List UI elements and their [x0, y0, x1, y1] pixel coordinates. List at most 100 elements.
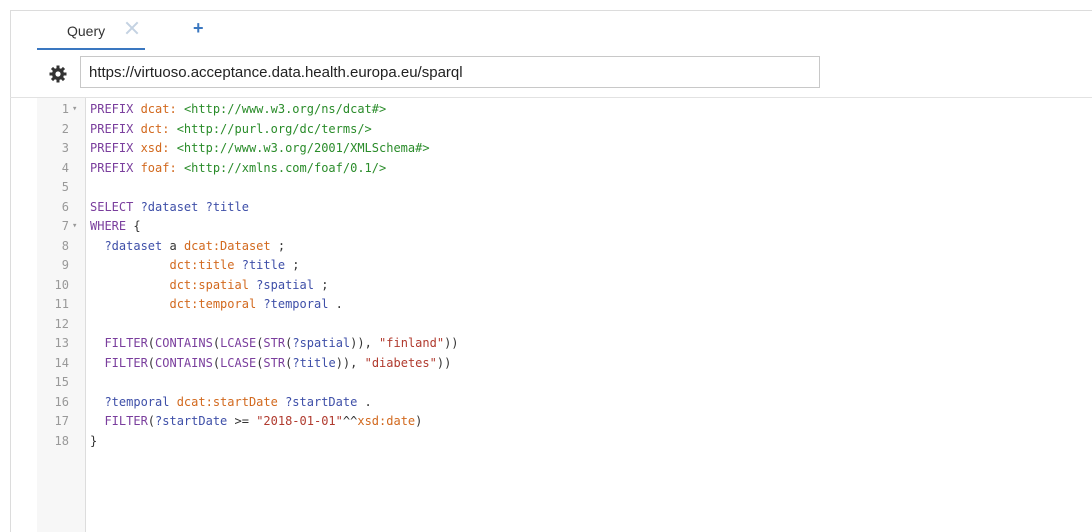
code-token: ) — [415, 414, 423, 428]
code-token: dcat:startDate — [176, 394, 286, 409]
code-token: ( — [212, 355, 221, 370]
line-number: 9 — [61, 258, 69, 272]
code-token: ( — [147, 336, 156, 350]
code-text: ?dataset a dcat:Dataset ; — [90, 237, 285, 257]
code-text: PREFIX dcat: <http://www.w3.org/ns/dcat#… — [90, 100, 386, 120]
tab-label: Query — [67, 23, 106, 39]
line-number: 16 — [54, 394, 69, 409]
code-line[interactable]: 9 dct:title ?title ; — [37, 256, 1037, 276]
code-token: ^^ — [342, 414, 358, 428]
code-token: ?spatial — [256, 277, 314, 292]
code-token: dct:title — [90, 258, 242, 272]
plus-icon[interactable]: + — [193, 18, 204, 38]
code-line[interactable]: 7 ▾ WHERE { — [37, 217, 1037, 237]
code-token: )) — [444, 336, 459, 350]
code-line[interactable]: 13 FILTER(CONTAINS(LCASE(STR(?spatial)),… — [37, 334, 1037, 354]
close-icon[interactable] — [123, 19, 141, 37]
code-line[interactable]: 16 ?temporal dcat:startDate ?startDate . — [37, 393, 1037, 413]
line-number: 8 — [61, 238, 69, 253]
code-token: <http://www.w3.org/2001/XMLSchema#> — [176, 141, 430, 155]
code-token: STR — [263, 336, 286, 350]
code-token: <http://www.w3.org/ns/dcat#> — [183, 102, 387, 116]
code-token: dct:temporal — [90, 297, 264, 311]
tab-query[interactable]: Query — [37, 10, 145, 50]
line-number: 2 — [61, 121, 69, 136]
code-line[interactable]: 17 FILTER(?startDate >= "2018-01-01"^^xs… — [37, 412, 1037, 432]
line-number: 3 — [61, 141, 69, 155]
code-line[interactable]: 1 ▾ PREFIX dcat: <http://www.w3.org/ns/dca… — [37, 100, 1037, 120]
code-token: FILTER — [90, 414, 148, 428]
code-token: } — [90, 433, 98, 448]
code-token: "2018-01-01" — [256, 414, 343, 428]
code-line[interactable]: 8 ?dataset a dcat:Dataset ; — [37, 237, 1037, 257]
code-token: ?dataset — [140, 199, 206, 214]
code-token: ?startDate — [155, 414, 228, 428]
code-token: FILTER — [90, 336, 148, 350]
fold-triangle-icon[interactable]: ▾ — [72, 217, 77, 237]
code-line[interactable]: 4 PREFIX foaf: <http://xmlns.com/foaf/0.1… — [37, 159, 1037, 179]
code-line[interactable]: 15 — [37, 373, 1037, 393]
line-number: 5 — [61, 180, 69, 194]
code-token: ; — [270, 238, 286, 253]
line-number: 7 — [61, 219, 69, 233]
line-number: 17 — [54, 414, 69, 428]
code-token: ?title — [205, 199, 249, 214]
code-line[interactable]: 3 PREFIX xsd: <http://www.w3.org/2001/XML… — [37, 139, 1037, 159]
gear-icon[interactable] — [48, 64, 68, 84]
code-text: dct:temporal ?temporal . — [90, 295, 342, 315]
code-token: foaf: — [140, 160, 184, 175]
code-text: PREFIX dct: <http://purl.org/dc/terms/> — [90, 120, 372, 140]
line-number: 10 — [54, 277, 69, 292]
code-token: )) — [436, 355, 452, 370]
code-token: CONTAINS — [155, 336, 213, 350]
code-line[interactable]: 5 — [37, 178, 1037, 198]
line-number: 12 — [54, 316, 69, 331]
code-line[interactable]: 11 dct:temporal ?temporal . — [37, 295, 1037, 315]
code-token: "diabetes" — [364, 355, 437, 370]
code-token: dcat:Dataset — [183, 238, 271, 253]
code-token: dcat: — [140, 102, 184, 116]
code-token: PREFIX — [90, 121, 141, 136]
code-line[interactable]: 14 FILTER(CONTAINS(LCASE(STR(?title)), "… — [37, 354, 1037, 374]
code-line[interactable]: 12 — [37, 315, 1037, 335]
code-line[interactable]: 6 SELECT ?dataset ?title — [37, 198, 1037, 218]
code-text: FILTER(CONTAINS(LCASE(STR(?title)), "dia… — [90, 354, 451, 374]
code-line[interactable]: 2 PREFIX dct: <http://purl.org/dc/terms/> — [37, 120, 1037, 140]
code-token: ?spatial — [292, 336, 351, 350]
code-text: ?temporal dcat:startDate ?startDate . — [90, 393, 371, 413]
code-text: PREFIX foaf: <http://xmlns.com/foaf/0.1/… — [90, 159, 386, 179]
code-text: PREFIX xsd: <http://www.w3.org/2001/XMLS… — [90, 139, 430, 159]
code-line[interactable]: 10 dct:spatial ?spatial ; — [37, 276, 1037, 296]
code-token: dct:spatial — [90, 277, 257, 292]
code-token: ?temporal — [263, 297, 329, 311]
code-token: <http://purl.org/dc/terms/> — [176, 121, 372, 136]
code-text: dct:title ?title ; — [90, 256, 299, 276]
code-token: <http://xmlns.com/foaf/0.1/> — [183, 160, 387, 175]
code-line[interactable]: 18} — [37, 432, 1037, 452]
fold-triangle-icon[interactable]: ▾ — [72, 100, 77, 120]
code-token: )), — [350, 336, 380, 350]
code-token: xsd: — [140, 141, 177, 155]
line-number: 1 — [61, 102, 69, 116]
code-token: ?startDate — [285, 394, 358, 409]
code-token: ?title — [292, 355, 336, 370]
code-text: } — [90, 432, 97, 452]
code-token: >= — [227, 414, 257, 428]
code-token: ?title — [241, 258, 286, 272]
tab-bar: Query + — [37, 10, 1077, 50]
code-token: "finland" — [379, 336, 445, 350]
code-text: FILTER(?startDate >= "2018-01-01"^^xsd:d… — [90, 412, 422, 432]
query-editor[interactable]: 1 ▾ PREFIX dcat: <http://www.w3.org/ns/dca… — [37, 100, 1037, 451]
editor-top-border — [10, 97, 1092, 98]
code-token: a — [169, 238, 184, 253]
code-token: ( — [147, 355, 156, 370]
code-text: FILTER(CONTAINS(LCASE(STR(?spatial)), "f… — [90, 334, 459, 354]
code-token: PREFIX — [90, 141, 141, 155]
line-number: 18 — [54, 433, 69, 448]
code-token: )), — [335, 355, 365, 370]
line-number: 13 — [54, 336, 69, 350]
code-token: ; — [313, 277, 329, 292]
code-text: dct:spatial ?spatial ; — [90, 276, 328, 296]
endpoint-url-input[interactable] — [80, 56, 820, 88]
code-token: { — [133, 219, 141, 233]
